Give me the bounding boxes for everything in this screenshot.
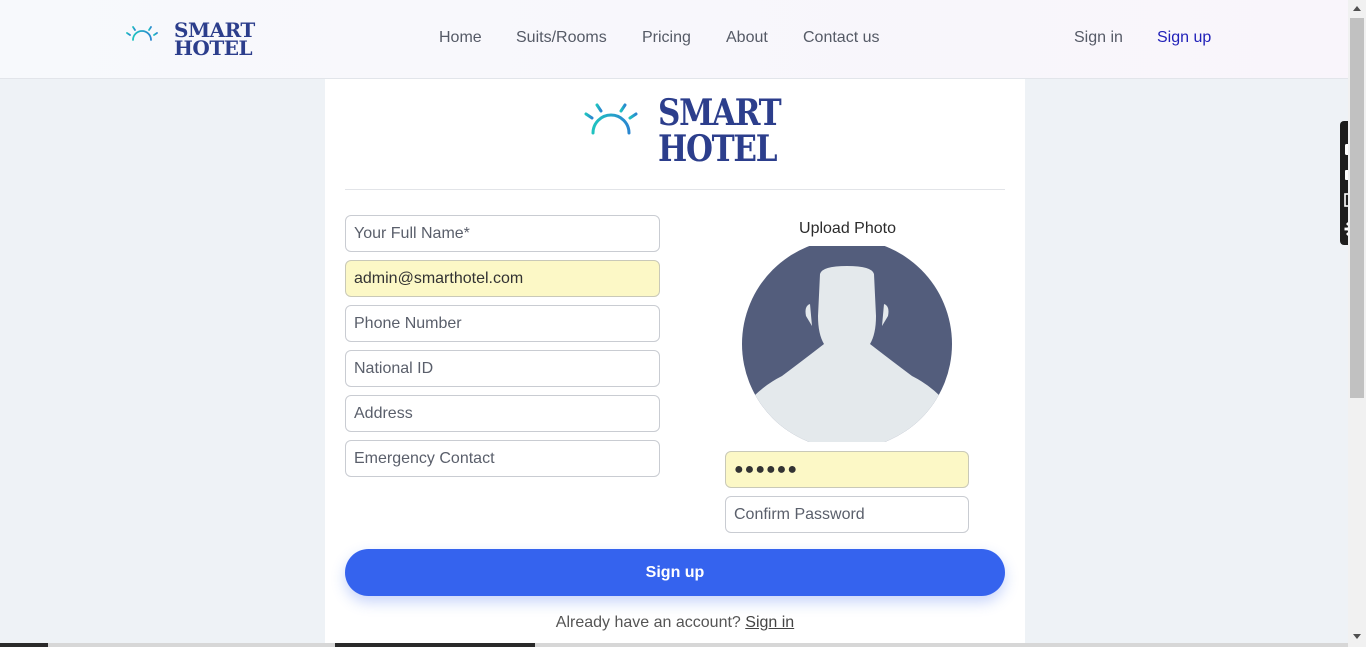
signup-card: SMART HOTEL Your Full Name* admin@smarth… — [325, 79, 1025, 647]
full-name-field[interactable]: Your Full Name* — [345, 215, 660, 252]
sunrise-icon — [573, 99, 649, 161]
nav-link-home[interactable]: Home — [439, 29, 482, 47]
page-scrollbar[interactable] — [1348, 0, 1366, 647]
email-field[interactable]: admin@smarthotel.com — [345, 260, 660, 297]
signup-submit-button[interactable]: Sign up — [345, 549, 1005, 596]
nav-link-suits-rooms[interactable]: Suits/Rooms — [516, 29, 607, 47]
nav-links: Home Suits/Rooms Pricing About Contact u… — [0, 29, 1348, 51]
password-field[interactable]: ●●●●●● — [725, 451, 969, 488]
nav-sign-in-link[interactable]: Sign in — [1074, 29, 1123, 47]
already-account-text: Already have an account? — [555, 614, 741, 631]
card-brand-line2: HOTEL — [658, 128, 777, 170]
card-brand-line1: SMART — [658, 92, 782, 134]
signin-prompt: Already have an account? Sign in — [325, 614, 1025, 632]
default-avatar-icon[interactable] — [742, 246, 952, 442]
address-field[interactable]: Address — [345, 395, 660, 432]
upload-photo-label: Upload Photo — [799, 220, 896, 237]
signin-link[interactable]: Sign in — [745, 614, 794, 631]
card-logo: SMART HOTEL — [573, 92, 783, 170]
nav-sign-up-link[interactable]: Sign up — [1157, 29, 1211, 47]
taskbar-strip — [0, 643, 1348, 647]
nav-link-about[interactable]: About — [726, 29, 768, 47]
national-id-field[interactable]: National ID — [345, 350, 660, 387]
phone-field[interactable]: Phone Number — [345, 305, 660, 342]
nav-link-pricing[interactable]: Pricing — [642, 29, 691, 47]
scroll-thumb[interactable] — [1350, 18, 1364, 398]
nav-link-contact[interactable]: Contact us — [803, 29, 879, 47]
scroll-down-arrow-icon[interactable] — [1348, 628, 1366, 645]
top-navbar: SMART HOTEL Home Suits/Rooms Pricing Abo… — [0, 0, 1348, 79]
scroll-up-arrow-icon[interactable] — [1348, 0, 1366, 17]
emergency-contact-field[interactable]: Emergency Contact — [345, 440, 660, 477]
divider — [345, 189, 1005, 190]
confirm-password-field[interactable]: Confirm Password — [725, 496, 969, 533]
